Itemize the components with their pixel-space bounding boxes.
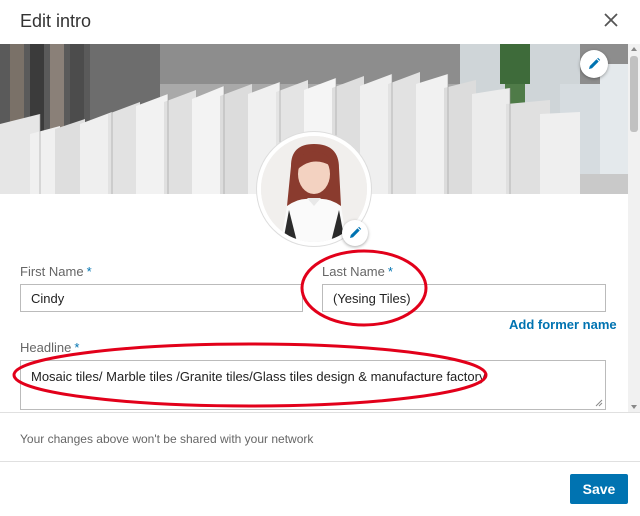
dialog-content: First Name * Cindy Last Name * (Yesing Til… [0,44,628,412]
pencil-icon [350,226,362,238]
save-button[interactable]: Save [570,474,628,504]
first-name-label: First Name * [20,264,92,279]
edit-photo-button[interactable] [342,220,368,246]
last-name-label: Last Name * [322,264,393,279]
dialog-title: Edit intro [20,11,92,31]
headline-field[interactable]: Mosaic tiles/ Marble tiles /Granite tile… [20,360,606,410]
add-former-name-link[interactable]: Add former name [509,317,617,332]
pencil-icon [589,57,601,69]
edit-intro-dialog: Edit intro First Name * Cindy Last Name … [0,0,640,516]
scroll-down-icon[interactable] [631,405,637,409]
first-name-field[interactable]: Cindy [20,284,303,312]
scroll-up-icon[interactable] [631,47,637,51]
content-scrollbar[interactable] [628,44,640,412]
last-name-field[interactable]: (Yesing Tiles) [322,284,606,312]
close-icon[interactable] [601,10,621,30]
edit-background-button[interactable] [580,50,608,78]
scrollbar-thumb[interactable] [630,56,638,132]
headline-label: Headline * [20,340,80,355]
headline-text: Mosaic tiles/ Marble tiles /Granite tile… [31,369,486,384]
privacy-note-text: Your changes above won't be shared with … [20,432,314,446]
resize-handle-icon[interactable] [595,399,603,407]
privacy-note: Your changes above won't be shared with … [0,412,640,462]
dialog-header: Edit intro [0,0,640,44]
